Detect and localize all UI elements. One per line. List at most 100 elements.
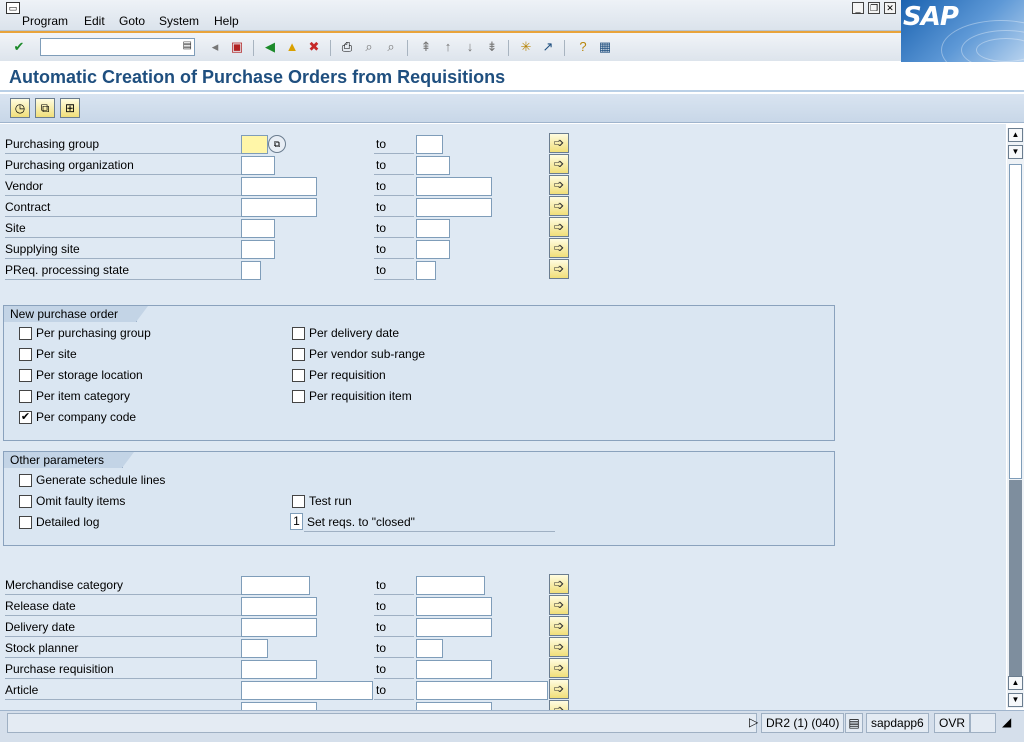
status-expand-icon[interactable]: ▷ [745, 713, 762, 733]
checkbox-box[interactable] [292, 348, 305, 361]
preq-processing-state-to-input[interactable] [416, 261, 436, 280]
system-info-dropdown-icon[interactable]: ▤ [845, 713, 863, 733]
find-next-icon[interactable]: ⌕ [383, 39, 399, 55]
next-page-icon[interactable]: ↓ [462, 39, 478, 55]
multiple-selection-arrow-icon[interactable]: ➩ [549, 196, 569, 216]
cancel-icon[interactable]: ✖ [306, 39, 322, 55]
collapse-command-icon[interactable]: ◂ [207, 39, 223, 55]
supplying-site-to-input[interactable] [416, 240, 450, 259]
multiple-selection-arrow-icon[interactable]: ➩ [549, 616, 569, 636]
purchasing-organization-to-input[interactable] [416, 156, 450, 175]
resize-grip-icon[interactable]: ◢ [998, 713, 1020, 733]
menu-goto[interactable]: Goto [119, 14, 145, 28]
checkbox-box[interactable] [292, 495, 305, 508]
multiple-selection-arrow-icon[interactable]: ➩ [549, 595, 569, 615]
exit-icon[interactable]: ▲ [284, 39, 300, 55]
article-from-input[interactable] [241, 681, 373, 700]
checkbox-box[interactable] [19, 348, 32, 361]
vertical-scrollbar[interactable]: ▲ ▼ ▲ ▼ [1007, 128, 1024, 708]
stock-planner-to-input[interactable] [416, 639, 443, 658]
purchasing-organization-from-input[interactable] [241, 156, 275, 175]
scroll-down-icon[interactable]: ▼ [1008, 693, 1023, 707]
stock-planner-from-input[interactable] [241, 639, 268, 658]
checkmark-icon[interactable]: ✔ [19, 411, 32, 424]
back-icon[interactable]: ◀ [262, 39, 278, 55]
checkbox-box[interactable] [19, 390, 32, 403]
release-date-to-input[interactable] [416, 597, 492, 616]
page-down-icon[interactable]: ▲ [1008, 676, 1023, 690]
scroll-track[interactable] [1009, 480, 1022, 676]
close-window-icon[interactable]: ✕ [884, 2, 896, 14]
purchasing-group-from-input[interactable] [241, 135, 268, 154]
multiple-selection-arrow-icon[interactable]: ➩ [549, 259, 569, 279]
vendor-to-input[interactable] [416, 177, 492, 196]
menu-system[interactable]: System [159, 14, 199, 28]
multiple-selection-arrow-icon[interactable]: ➩ [549, 574, 569, 594]
contract-to-input[interactable] [416, 198, 492, 217]
first-page-icon[interactable]: ⇞ [418, 39, 434, 55]
next-row-to-input[interactable] [416, 702, 492, 710]
multiple-selection-arrow-icon[interactable]: ➩ [549, 637, 569, 657]
checkbox-box[interactable] [19, 474, 32, 487]
checkbox-box[interactable] [19, 495, 32, 508]
last-page-icon[interactable]: ⇟ [484, 39, 500, 55]
set-reqs-closed-input[interactable]: 1 [290, 513, 303, 530]
page-up-icon[interactable]: ▼ [1008, 145, 1023, 159]
multiple-selection-arrow-icon[interactable]: ➩ [549, 133, 569, 153]
purchase-requisition-to-input[interactable] [416, 660, 492, 679]
contract-from-input[interactable] [241, 198, 317, 217]
next-row-from-input[interactable] [241, 702, 317, 710]
shortcut-icon[interactable]: ↗ [540, 39, 556, 55]
find-icon[interactable]: ⌕ [361, 39, 377, 55]
help-icon[interactable]: ? [575, 39, 591, 55]
multiple-selection-arrow-icon[interactable]: ➩ [549, 679, 569, 699]
merchandise-category-to-input[interactable] [416, 576, 485, 595]
article-to-input[interactable] [416, 681, 548, 700]
multiple-selection-arrow-icon[interactable]: ➩ [549, 154, 569, 174]
menu-edit[interactable]: Edit [84, 14, 105, 28]
multiple-selection-arrow-icon[interactable]: ➩ [549, 175, 569, 195]
command-history-icon[interactable]: ▤ [183, 40, 192, 51]
scroll-up-icon[interactable]: ▲ [1008, 128, 1023, 142]
menu-program[interactable]: Program [22, 14, 68, 28]
purchasing-group-to-input[interactable] [416, 135, 443, 154]
scroll-thumb[interactable] [1009, 164, 1022, 479]
command-field[interactable]: ▤ [40, 38, 195, 56]
menu-help[interactable]: Help [214, 14, 239, 28]
checkbox-box[interactable] [19, 516, 32, 529]
multiple-selection-arrow-icon[interactable]: ➩ [549, 658, 569, 678]
checkbox-box[interactable] [19, 369, 32, 382]
enter-icon[interactable]: ✔ [11, 39, 27, 55]
execute-icon[interactable]: ◷ [10, 98, 30, 118]
get-variant-icon[interactable]: ⧉ [35, 98, 55, 118]
layout-menu-icon[interactable]: ▦ [597, 39, 613, 55]
status-input-mode[interactable]: OVR [934, 713, 971, 733]
site-from-input[interactable] [241, 219, 275, 238]
minimize-icon[interactable]: _ [852, 2, 864, 14]
save-icon[interactable]: ▣ [229, 39, 245, 55]
print-icon[interactable]: ⎙ [339, 39, 355, 55]
delivery-date-to-input[interactable] [416, 618, 492, 637]
checkbox-box[interactable] [19, 327, 32, 340]
checkbox-box[interactable] [292, 390, 305, 403]
search-help-icon[interactable]: ⧉ [268, 135, 286, 153]
system-menu-icon[interactable]: ▭ [6, 2, 20, 14]
merchandise-category-from-input[interactable] [241, 576, 310, 595]
restore-icon[interactable]: ❐ [868, 2, 880, 14]
delivery-date-from-input[interactable] [241, 618, 317, 637]
supplying-site-from-input[interactable] [241, 240, 275, 259]
vendor-from-input[interactable] [241, 177, 317, 196]
multiple-selection-arrow-icon[interactable]: ➩ [549, 238, 569, 258]
site-to-input[interactable] [416, 219, 450, 238]
status-system-info: DR2 (1) (040) [761, 713, 845, 733]
checkbox-box[interactable] [292, 327, 305, 340]
previous-page-icon[interactable]: ↑ [440, 39, 456, 55]
multiple-selection-arrow-icon[interactable]: ➩ [549, 700, 569, 710]
release-date-from-input[interactable] [241, 597, 317, 616]
checkbox-box[interactable] [292, 369, 305, 382]
create-session-icon[interactable]: ✳ [518, 39, 534, 55]
purchase-requisition-from-input[interactable] [241, 660, 317, 679]
preq-processing-state-from-input[interactable] [241, 261, 261, 280]
selection-options-icon[interactable]: ⊞ [60, 98, 80, 118]
multiple-selection-arrow-icon[interactable]: ➩ [549, 217, 569, 237]
